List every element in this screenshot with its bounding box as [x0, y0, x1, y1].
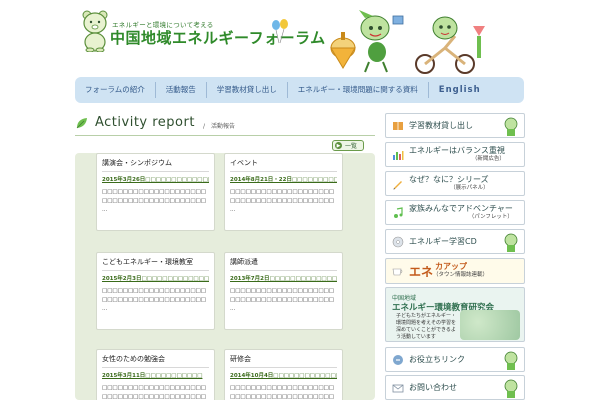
- ene-banner-text: カアップ （タウン情報誌連載）: [433, 262, 488, 280]
- activity-card: イベント 2014年8月21日・22日□□□□□□□□□ □□□□□□ □□□□□…: [224, 153, 343, 231]
- sidebar-item-label: お役立ちリンク: [409, 355, 465, 364]
- view-all-button[interactable]: ▶ 一覧: [332, 140, 364, 151]
- sidebar-item-label: 家族みんなでアドベンチャー: [409, 203, 513, 213]
- sidebar-item-sublabel: （パンフレット）: [468, 213, 513, 220]
- bar-chart-icon: [393, 150, 404, 160]
- activity-card: 講演会・シンポジウム 2015年3月26日□□□□□□□□□□□□□ □□□□□…: [96, 153, 215, 231]
- nav-item-english[interactable]: English: [429, 82, 491, 98]
- mail-icon: [392, 384, 404, 392]
- card-category: 講師派遣: [230, 257, 337, 271]
- activity-card: こどもエネルギー・環境教室 2015年2月3日□□□□□□□□□□□□□ □□□□…: [96, 252, 215, 330]
- pencil-icon: [393, 180, 402, 189]
- card-excerpt: □□□□□□□□□□□□□□□□□□□□□□□□□□□□□□□□□□□□□□□□…: [102, 288, 206, 312]
- cd-icon: [392, 236, 404, 247]
- arrow-right-icon: ▶: [335, 142, 342, 149]
- activity-card: 講師派遣 2013年7月2日□□□□□□□□□□□□□ □□□□□ □□□□□□□…: [224, 252, 343, 330]
- sidebar-item-label: エネルギーはバランス重視: [409, 145, 505, 155]
- card-link[interactable]: 2014年10月4日□□□□□□□□□□□□□□□□□□: [230, 371, 337, 379]
- chain-link-icon: [393, 354, 403, 365]
- activity-report-section: Activity report / 活動報告 ▶ 一覧 講演会・シンポジウム 2…: [75, 113, 375, 400]
- nav-item-activity-report[interactable]: 活動報告: [156, 82, 207, 98]
- energy-education-research-banner[interactable]: 中国地域 エネルギー環境教育研究会 子どもたちがエネルギー・環境問題を考えその学…: [385, 287, 525, 342]
- character-icon: [504, 351, 518, 370]
- section-subtitle: / 活動報告: [203, 123, 236, 130]
- sidebar-item-energy-cd[interactable]: エネルギー学習CD: [385, 229, 525, 254]
- research-banner-description: 子どもたちがエネルギー・環境問題を考えその学習を深めていくことができるよう活動し…: [396, 313, 457, 340]
- sidebar-item-label: なぜ？なに？シリーズ: [409, 174, 489, 184]
- sidebar-item-text: なぜ？なに？シリーズ （展示パネル）: [409, 175, 489, 193]
- card-link[interactable]: 2014年8月21日・22日□□□□□□□□□□□□□□□: [230, 175, 337, 183]
- card-link[interactable]: 2013年7月2日□□□□□□□□□□□□□□□□□□: [230, 274, 337, 282]
- main-navigation: フォーラムの紹介 活動報告 学習教材貸し出し エネルギー・環境問題に関する資料 …: [75, 77, 524, 103]
- book-icon: [393, 121, 403, 130]
- activity-card: 研修会 2014年10月4日□□□□□□□□□□□□ □□□□□□ □□□□□□□…: [224, 349, 343, 400]
- card-category: こどもエネルギー・環境教室: [102, 257, 209, 271]
- sidebar-item-useful-links[interactable]: お役立ちリンク: [385, 347, 525, 372]
- site-title[interactable]: 中国地域エネルギーフォーラム: [110, 27, 326, 48]
- sidebar-item-why-what[interactable]: なぜ？なに？シリーズ （展示パネル）: [385, 171, 525, 196]
- view-all-label: 一覧: [345, 143, 358, 150]
- sidebar-item-text: エネルギーはバランス重視 （新聞広告）: [409, 146, 505, 164]
- card-link[interactable]: 2015年3月26日□□□□□□□□□□□□□: [102, 175, 209, 183]
- card-excerpt: □□□□□□□□□□□□□□□□□□□□□□□□□□□□□□□□□□□□□□□□…: [230, 288, 334, 312]
- card-excerpt: □□□□□□□□□□□□□□□□□□□□□□□□□□□□□□□□□□□□□□□□…: [230, 385, 334, 400]
- character-icon: [504, 379, 518, 398]
- card-link[interactable]: 2015年2月3日□□□□□□□□□□□□□□□□□□□□□□□□: [102, 274, 209, 282]
- sidebar-item-contact[interactable]: お問い合わせ: [385, 375, 525, 400]
- section-title: Activity report: [95, 115, 195, 130]
- nav-item-energy-documents[interactable]: エネルギー・環境問題に関する資料: [288, 82, 429, 98]
- ene-banner-sub: （タウン情報誌連載）: [433, 272, 489, 278]
- character-icon: [504, 233, 518, 252]
- sidebar-item-materials[interactable]: 学習教材貸し出し: [385, 113, 525, 138]
- sidebar-item-label: エネルギー学習CD: [409, 237, 477, 246]
- section-divider: [75, 135, 375, 136]
- activity-card: 女性のための勉強会 2015年3月11日□□□□□□□□□□□ □□□□□□□□…: [96, 349, 215, 400]
- music-note-icon: [394, 206, 403, 218]
- card-link[interactable]: 2015年3月11日□□□□□□□□□□□: [102, 371, 209, 379]
- sidebar-item-text: 家族みんなでアドベンチャー （パンフレット）: [409, 204, 513, 222]
- sidebar-item-balance-ad[interactable]: エネルギーはバランス重視 （新聞広告）: [385, 142, 525, 167]
- card-excerpt: □□□□□□□□□□□□□□□□□□□□□□□□□□□□□□□□□□□□□□□□…: [102, 385, 206, 400]
- nav-item-forum-intro[interactable]: フォーラムの紹介: [75, 82, 156, 98]
- card-category: イベント: [230, 158, 337, 172]
- sidebar-item-label: お問い合わせ: [409, 383, 457, 392]
- sidebar: 学習教材貸し出し エネルギーはバランス重視 （新聞広告） なぜ？なに？シリーズ …: [385, 113, 525, 400]
- nav-item-materials-lending[interactable]: 学習教材貸し出し: [207, 82, 288, 98]
- balloons-icon: [272, 19, 288, 44]
- teacup-icon: [392, 268, 403, 276]
- card-excerpt: □□□□□□□□□□□□□□□□□□□□□□□□□□□□□□□□□□□□□□□□…: [102, 189, 206, 213]
- character-icon: [504, 117, 518, 136]
- sidebar-item-sublabel: （展示パネル）: [450, 184, 489, 191]
- leaf-icon: [76, 118, 87, 129]
- card-category: 研修会: [230, 354, 337, 368]
- sidebar-item-ene-power-up[interactable]: エネ カアップ （タウン情報誌連載）: [385, 258, 525, 284]
- section-header: Activity report / 活動報告: [75, 113, 375, 135]
- bear-mascot-icon: [82, 10, 108, 52]
- sidebar-item-label: 学習教材貸し出し: [409, 121, 473, 130]
- sidebar-item-sublabel: （新聞広告）: [471, 155, 505, 162]
- card-category: 女性のための勉強会: [102, 354, 209, 368]
- ene-banner-kana: カアップ: [435, 262, 468, 271]
- activity-cards-grid: 講演会・シンポジウム 2015年3月26日□□□□□□□□□□□□□ □□□□□…: [75, 153, 375, 400]
- card-category: 講演会・シンポジウム: [102, 158, 209, 172]
- sidebar-item-family-adventure[interactable]: 家族みんなでアドベンチャー （パンフレット）: [385, 200, 525, 225]
- card-excerpt: □□□□□□□□□□□□□□□□□□□□□□□□□□□□□□□□□□□□□□□□…: [230, 189, 334, 213]
- ene-banner-big: エネ: [409, 264, 434, 279]
- children-photo: [460, 310, 520, 340]
- characters-illustration: [330, 10, 485, 74]
- header: エネルギーと環境について考える 中国地域エネルギーフォーラム: [0, 0, 600, 78]
